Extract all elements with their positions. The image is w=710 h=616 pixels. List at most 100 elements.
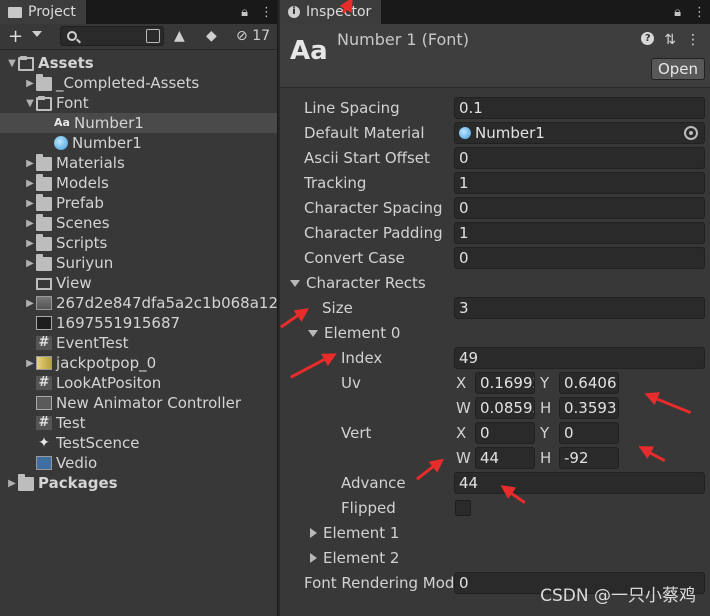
index-field[interactable]: 49 [454,347,705,369]
size-field[interactable]: 3 [454,297,705,319]
vert-h-field[interactable]: -92 [559,447,619,469]
element0-foldout[interactable]: Element 0 [308,323,400,343]
element2-foldout[interactable]: Element 2 [310,548,399,568]
tree-item-label: Materials [56,154,125,172]
character-rects-foldout[interactable]: Character Rects [290,273,426,293]
presets-icon[interactable]: ⇅ [664,32,676,48]
flipped-checkbox[interactable] [455,500,471,516]
uv-h-label: H [540,399,552,417]
character-spacing-field[interactable]: 0 [454,197,705,219]
tree-item[interactable]: ▶ Materials [0,153,277,173]
convert-case-label: Convert Case [304,249,405,267]
tree-item[interactable]: ▶ Packages [0,473,277,493]
tree-item[interactable]: ▶ Scripts [0,233,277,253]
tree-item[interactable]: ▶ Scenes [0,213,277,233]
line-spacing-field[interactable]: 0.1 [454,97,705,119]
unity-scene-icon: ✦ [38,435,50,451]
tree-item-label: New Animator Controller [56,394,242,412]
uv-h-field[interactable]: 0.3593 [559,397,619,419]
search-input[interactable] [60,26,164,46]
tree-item[interactable]: ▶ Models [0,173,277,193]
chevron-right-icon[interactable]: ▶ [24,178,36,189]
tree-item[interactable]: # LookAtPositon [0,373,277,393]
vert-y-field[interactable]: 0 [559,422,619,444]
advance-field[interactable]: 44 [454,472,705,494]
tree-item[interactable]: New Animator Controller [0,393,277,413]
uv-w-field[interactable]: 0.08593 [475,397,535,419]
tree-item[interactable]: ▶ 267d2e847dfa5a2c1b068a12 [0,293,277,313]
character-spacing-label: Character Spacing [304,199,443,217]
tree-item[interactable]: ▶ _Completed-Assets [0,73,277,93]
flipped-label: Flipped [341,499,396,517]
tree-item[interactable]: 1697551915687 [0,313,277,333]
folder-icon [36,254,52,271]
tab-project-label: Project [28,4,76,20]
animator-icon [36,396,52,410]
chevron-right-icon[interactable]: ▶ [24,218,36,229]
chevron-right-icon[interactable]: ▶ [24,158,36,169]
object-picker-icon[interactable] [684,126,698,140]
hidden-count: 17 [252,28,271,44]
open-button[interactable]: Open [651,58,705,80]
filter-by-type-icon[interactable]: ▲ [174,28,185,44]
tab-inspector[interactable]: i Inspector [280,0,382,24]
tree-item[interactable]: Vedio [0,453,277,473]
tree-item[interactable]: Aa Number1 [0,113,277,133]
chevron-right-icon[interactable]: ▶ [24,78,36,89]
chevron-right-icon[interactable]: ▶ [24,198,36,209]
tracking-field[interactable]: 1 [454,172,705,194]
tree-item[interactable]: ▼ Assets [0,53,277,73]
hidden-packages-icon[interactable]: ⊘ 17 [236,28,270,44]
line-spacing-label: Line Spacing [304,99,400,117]
folder-icon [36,174,52,191]
tree-item[interactable]: View [0,273,277,293]
chevron-down-icon [290,279,300,287]
character-padding-field[interactable]: 1 [454,222,705,244]
chevron-right-icon[interactable]: ▶ [24,358,36,369]
vert-w-field[interactable]: 44 [475,447,535,469]
tree-item[interactable]: ▶ Suriyun [0,253,277,273]
kebab-menu-icon[interactable]: ⋮ [260,5,273,20]
tree-item[interactable]: ▶ Prefab [0,193,277,213]
filter-by-label-icon[interactable]: ◆ [206,28,217,44]
chevron-down-icon[interactable]: ▼ [6,58,18,69]
script-icon: # [36,416,52,430]
uv-w-label: W [456,399,471,417]
element1-foldout[interactable]: Element 1 [310,523,399,543]
lock-icon[interactable]: 🔒︎ [674,5,681,20]
chevron-right-icon[interactable]: ▶ [24,238,36,249]
convert-case-field[interactable]: 0 [454,247,705,269]
uv-x-label: X [456,374,467,392]
tree-item[interactable]: ▶ jackpotpop_0 [0,353,277,373]
kebab-menu-icon[interactable]: ⋮ [686,32,700,48]
tree-item[interactable]: ✦ TestScence [0,433,277,453]
chevron-right-icon[interactable]: ▶ [6,478,18,489]
tree-item[interactable]: # EventTest [0,333,277,353]
add-button[interactable]: + [8,26,23,47]
default-material-field[interactable]: Number1 [454,122,705,144]
uv-x-field[interactable]: 0.16992 [475,372,535,394]
ascii-start-offset-field[interactable]: 0 [454,147,705,169]
tree-item-label: _Completed-Assets [56,74,200,92]
uv-y-field[interactable]: 0.6406 [559,372,619,394]
texture-yellow-icon [36,356,52,370]
size-label: Size [322,299,353,317]
search-filter-icon[interactable] [146,29,160,43]
watermark: CSDN @一只小蔡鸡 [540,586,696,606]
chevron-down-icon[interactable]: ▼ [24,98,36,109]
vert-x-field[interactable]: 0 [475,422,535,444]
chevron-right-icon[interactable]: ▶ [24,258,36,269]
tree-item[interactable]: Number1 [0,133,277,153]
inspector-panel: i Inspector 🔒︎ ⋮ Aa Number 1 (Font) ? ⇅ … [280,0,710,616]
texture-icon [35,296,52,310]
tree-item[interactable]: ▼ Font [0,93,277,113]
tree-item[interactable]: # Test [0,413,277,433]
lock-icon[interactable]: 🔒︎ [241,5,248,20]
tab-project[interactable]: Project [0,0,86,24]
tab-inspector-label: Inspector [306,4,372,20]
kebab-menu-icon[interactable]: ⋮ [693,5,706,20]
chevron-down-icon[interactable] [32,31,42,37]
help-icon[interactable]: ? [641,32,655,45]
chevron-right-icon[interactable]: ▶ [24,298,36,309]
tree-item-label: Scripts [56,234,108,252]
